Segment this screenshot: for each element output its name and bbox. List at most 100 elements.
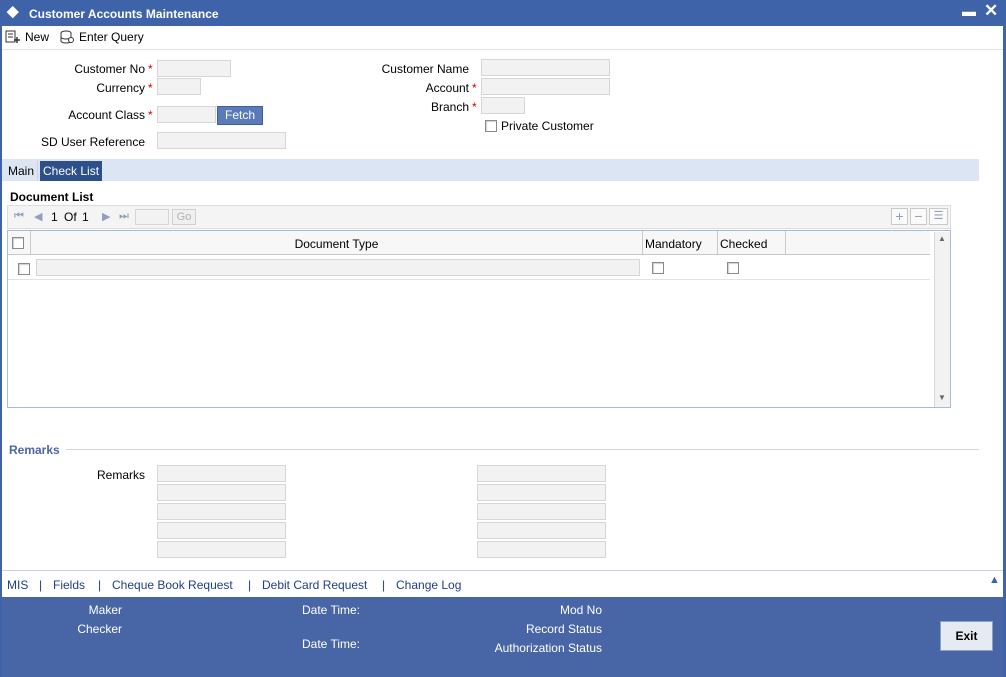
remarks-section-title: Remarks (9, 443, 60, 457)
scroll-down-icon[interactable]: ▼ (938, 393, 946, 402)
customer-name-text: Customer Name (381, 62, 469, 76)
enter-query-label: Enter Query (79, 30, 144, 44)
new-document-icon (5, 30, 20, 43)
remarks-input-5[interactable] (157, 541, 286, 558)
close-icon[interactable]: ✕ (984, 1, 998, 21)
record-status-label: Record Status (525, 622, 602, 636)
grid-header: Document Type Mandatory Checked (8, 231, 930, 255)
go-button[interactable]: Go (172, 209, 196, 225)
link-separator: | (248, 578, 252, 592)
mod-no-label: Mod No (559, 603, 602, 617)
link-cheque-book-request[interactable]: Cheque Book Request (112, 578, 233, 592)
page-number-input[interactable] (135, 209, 169, 225)
pagination-bar: ⏮ ◀ 1 Of 1 ▶ ⏭ Go + − ☰ (7, 205, 951, 229)
sd-user-reference-input[interactable] (157, 132, 286, 149)
checker-date-time-label: Date Time: (302, 637, 361, 651)
add-row-icon[interactable]: + (891, 208, 908, 225)
account-class-input[interactable] (157, 106, 216, 123)
remarks-label: Remarks (96, 468, 145, 482)
currency-label: Currency (30, 81, 145, 95)
remarks-input-8[interactable] (477, 503, 606, 520)
exit-button[interactable]: Exit (940, 621, 993, 651)
customer-no-label: Customer No (30, 62, 145, 76)
last-page-icon[interactable]: ⏭ (119, 210, 129, 223)
currency-input[interactable] (157, 78, 201, 95)
document-list-title: Document List (10, 190, 94, 204)
title-bar: ◆ Customer Accounts Maintenance ▬ ✕ (0, 0, 1006, 26)
link-separator: | (39, 578, 43, 592)
total-pages: 1 (82, 210, 89, 224)
checked-checkbox[interactable] (727, 262, 739, 274)
column-header-mandatory[interactable]: Mandatory (645, 237, 702, 251)
previous-page-icon[interactable]: ◀ (34, 210, 42, 223)
account-input[interactable] (481, 78, 610, 95)
private-customer-label: Private Customer (501, 119, 594, 133)
branch-required-marker: * (472, 100, 477, 114)
toolbar: New Enter Query (2, 26, 1003, 50)
link-separator: | (98, 578, 102, 592)
maker-label: Maker (88, 603, 122, 617)
tab-bar: Main Check List (2, 159, 979, 181)
link-separator: | (382, 578, 386, 592)
account-text: Account (425, 81, 469, 95)
single-view-icon[interactable]: ☰ (929, 208, 948, 225)
remarks-input-9[interactable] (477, 522, 606, 539)
authorization-status-label: Authorization Status (494, 641, 602, 655)
remarks-input-3[interactable] (157, 503, 286, 520)
customer-name-input[interactable] (481, 59, 610, 76)
column-header-document-type[interactable]: Document Type (31, 237, 642, 251)
select-all-checkbox[interactable] (12, 237, 24, 249)
account-class-text: Account Class (68, 108, 145, 122)
maker-date-time-label: Date Time: (302, 603, 361, 617)
link-change-log[interactable]: Change Log (396, 578, 461, 592)
customer-name-label: Customer Name (350, 62, 469, 76)
fetch-button[interactable]: Fetch (217, 106, 263, 125)
new-label: New (25, 30, 50, 44)
branch-label: Branch (350, 100, 469, 114)
next-page-icon[interactable]: ▶ (102, 210, 110, 223)
currency-required-marker: * (148, 81, 153, 95)
sd-user-reference-text: SD User Reference (40, 135, 145, 149)
app-diamond-icon: ◆ (7, 3, 19, 20)
remarks-input-2[interactable] (157, 484, 286, 501)
scroll-up-icon[interactable]: ▲ (938, 234, 946, 243)
branch-input[interactable] (481, 97, 525, 114)
database-query-icon (60, 30, 74, 44)
remarks-input-1[interactable] (157, 465, 286, 482)
first-page-icon[interactable]: ⏮ (14, 210, 24, 223)
page-of-label: Of (64, 210, 77, 224)
account-class-label: Account Class (30, 108, 145, 122)
subsystem-link-bar: MIS | Fields | Cheque Book Request | Deb… (2, 570, 1003, 597)
customer-no-input[interactable] (157, 60, 231, 77)
collapse-up-icon[interactable]: ▲ (989, 574, 1000, 586)
current-page: 1 (51, 210, 58, 224)
column-separator (717, 231, 718, 255)
column-separator (642, 231, 643, 255)
account-label: Account (350, 81, 469, 95)
document-list-grid: Document Type Mandatory Checked ▲ ▼ (7, 230, 951, 408)
window-title: Customer Accounts Maintenance (29, 7, 219, 21)
remarks-input-7[interactable] (477, 484, 606, 501)
table-row (8, 256, 930, 280)
link-debit-card-request[interactable]: Debit Card Request (262, 578, 367, 592)
delete-row-icon[interactable]: − (910, 208, 927, 225)
column-header-checked[interactable]: Checked (720, 237, 767, 251)
link-fields[interactable]: Fields (53, 578, 85, 592)
mandatory-checkbox[interactable] (652, 262, 664, 274)
row-select-checkbox[interactable] (18, 263, 30, 275)
minimize-icon[interactable]: ▬ (962, 3, 976, 19)
remarks-input-6[interactable] (477, 465, 606, 482)
customer-no-text: Customer No (74, 62, 145, 76)
link-mis[interactable]: MIS (7, 578, 28, 592)
private-customer-checkbox[interactable] (485, 120, 497, 132)
audit-footer: Maker Checker Date Time: Date Time: Mod … (2, 597, 1003, 677)
document-type-input[interactable] (36, 259, 640, 276)
sd-user-reference-label: SD User Reference (20, 135, 145, 149)
remarks-input-10[interactable] (477, 541, 606, 558)
tab-main[interactable]: Main (5, 161, 39, 181)
new-button[interactable]: New (5, 28, 49, 46)
tab-check-list[interactable]: Check List (40, 161, 103, 181)
grid-scrollbar[interactable]: ▲ ▼ (934, 232, 950, 407)
remarks-input-4[interactable] (157, 522, 286, 539)
enter-query-button[interactable]: Enter Query (59, 28, 144, 46)
